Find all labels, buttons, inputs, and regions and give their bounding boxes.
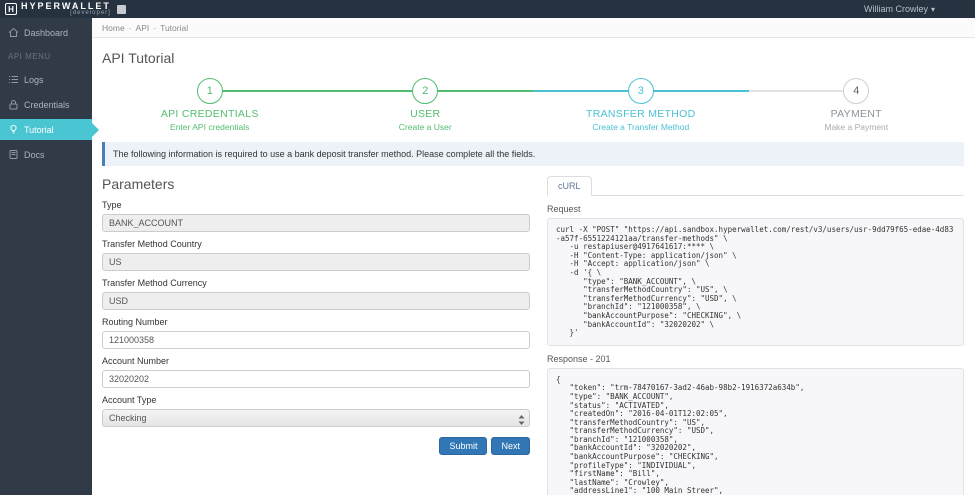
sidebar-item-label: Docs: [24, 149, 45, 160]
code-tab-bar: cURL: [547, 176, 964, 196]
api-code-panel: cURL Request curl -X "POST" "https://api…: [547, 176, 964, 495]
account-number-label: Account Number: [102, 356, 170, 366]
user-menu[interactable]: William Crowley ▾: [864, 4, 935, 14]
list-icon: [8, 74, 19, 85]
response-label: Response - 201: [547, 353, 611, 364]
breadcrumb-tutorial: Tutorial: [160, 22, 189, 33]
transfer-method-currency-label: Transfer Method Currency: [102, 278, 207, 288]
sidebar-item-label: Credentials: [24, 99, 70, 110]
account-type-label: Account Type: [102, 395, 157, 405]
page-title: API Tutorial: [102, 50, 175, 66]
step-transfer-method: 3 TRANSFER METHOD Create a Transfer Meth…: [533, 76, 749, 132]
sidebar-item-tutorial[interactable]: Tutorial: [0, 119, 99, 140]
sidebar-item-dashboard[interactable]: Dashboard: [0, 22, 92, 43]
transfer-method-country-field: [102, 253, 530, 271]
routing-number-label: Routing Number: [102, 317, 168, 327]
request-code-block: curl -X "POST" "https://api.sandbox.hype…: [547, 218, 964, 346]
step-number-badge: 2: [412, 78, 439, 104]
step-connector: [856, 90, 964, 92]
breadcrumb-api[interactable]: API: [136, 23, 150, 33]
lock-icon: [8, 99, 19, 110]
response-code-block: { "token": "trm-78470167-3ad2-46ab-98b2-…: [547, 367, 964, 495]
account-number-field[interactable]: [102, 370, 530, 388]
submit-button[interactable]: Submit: [439, 437, 488, 455]
breadcrumb-home[interactable]: Home: [102, 23, 125, 33]
step-payment: 4 PAYMENT Make a Payment: [748, 76, 965, 132]
sidebar-collapse-icon[interactable]: [116, 4, 126, 14]
next-button[interactable]: Next: [491, 437, 530, 455]
top-bar: H HYPERWALLET [developer] William Crowle…: [0, 0, 975, 18]
book-icon: [8, 149, 19, 160]
step-connector: [102, 90, 210, 92]
transfer-method-currency-field: [102, 292, 530, 310]
parameters-panel: Parameters Type Transfer Method Country …: [102, 176, 530, 495]
type-label: Type: [102, 200, 122, 210]
sidebar-item-logs[interactable]: Logs: [0, 69, 92, 90]
step-connector: [425, 90, 533, 92]
info-alert: The following information is required to…: [102, 142, 964, 166]
lightbulb-icon: [8, 124, 19, 135]
step-number-badge: 1: [196, 78, 223, 104]
sidebar-item-label: Tutorial: [24, 124, 54, 135]
home-icon: [8, 27, 19, 38]
chevron-down-icon: ▾: [930, 5, 935, 14]
type-field: [102, 214, 530, 232]
step-connector: [640, 90, 749, 92]
account-type-select[interactable]: Checking: [102, 409, 530, 427]
main-area: Home - API - Tutorial API Tutorial 1 API…: [92, 18, 975, 495]
parameters-title: Parameters: [102, 176, 175, 192]
sidebar-item-credentials[interactable]: Credentials: [0, 94, 92, 115]
step-user: 2 USER Create a User: [317, 76, 533, 132]
step-connector: [533, 90, 641, 92]
step-connector: [748, 90, 857, 92]
step-connector: [317, 90, 426, 92]
sidebar-section-api-menu: API MENU: [8, 51, 51, 61]
brand-name: HYPERWALLET: [21, 1, 111, 11]
step-connector: [209, 90, 318, 92]
hyperwallet-h-icon: H: [5, 3, 17, 15]
step-api-credentials: 1 API CREDENTIALS Enter API credentials: [102, 76, 318, 132]
sidebar-item-docs[interactable]: Docs: [0, 144, 92, 165]
sidebar: Dashboard API MENU Logs Credentials Tuto…: [0, 18, 99, 495]
sidebar-item-label: Logs: [24, 74, 44, 85]
sidebar-item-label: Dashboard: [24, 27, 69, 38]
tab-curl[interactable]: cURL: [547, 176, 592, 196]
breadcrumb: Home - API - Tutorial: [92, 18, 975, 38]
routing-number-field[interactable]: [102, 331, 530, 349]
step-number-badge: 3: [627, 78, 654, 104]
request-label: Request: [547, 204, 581, 214]
tutorial-stepper: 1 API CREDENTIALS Enter API credentials …: [102, 76, 964, 132]
step-number-badge: 4: [843, 78, 870, 104]
transfer-method-country-label: Transfer Method Country: [102, 239, 202, 249]
brand-logo: H HYPERWALLET [developer]: [5, 2, 111, 16]
user-name: William Crowley: [863, 4, 928, 14]
